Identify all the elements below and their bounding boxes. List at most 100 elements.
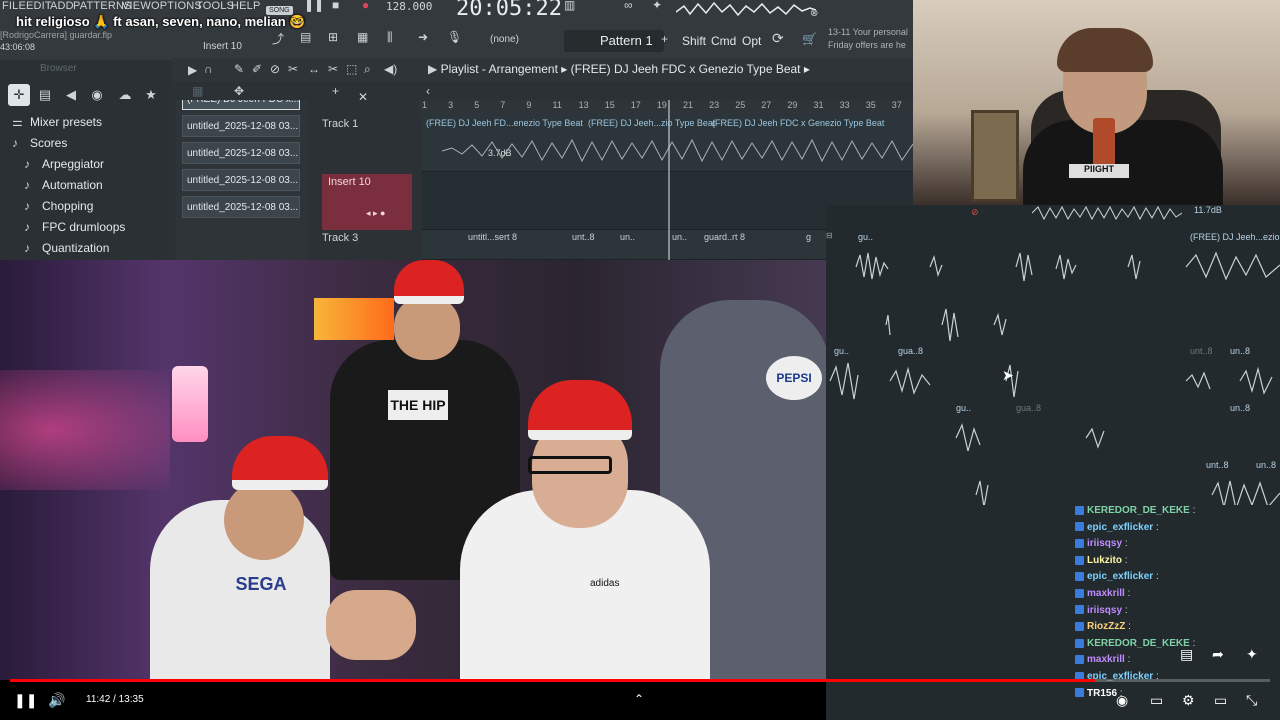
picker-item[interactable]: untitled_2025-12-08 03... xyxy=(182,169,300,191)
browser-item-label: Automation xyxy=(42,178,103,192)
track-3-header[interactable]: Track 3 xyxy=(322,232,418,244)
picker-item[interactable]: untitled_2025-12-08 03... xyxy=(182,142,300,164)
chat-username[interactable]: iriisqsy xyxy=(1087,538,1122,549)
pianoroll-icon[interactable]: ⊞ xyxy=(328,30,338,44)
browser-item[interactable]: ♪ Scores xyxy=(12,133,67,153)
star-icon[interactable]: ★ xyxy=(140,84,162,106)
cloud-icon[interactable]: ☁ xyxy=(114,84,136,106)
chat-username[interactable]: maxkrill xyxy=(1087,588,1125,599)
queue-icon[interactable]: ▤ xyxy=(1180,646,1193,663)
record-icon[interactable]: ● xyxy=(362,0,369,12)
browser-item[interactable]: ♪ Chopping xyxy=(24,196,93,216)
menu-tools[interactable]: TOOLS xyxy=(196,0,234,12)
playhead[interactable] xyxy=(668,100,670,260)
autoplay-icon[interactable]: ◉ xyxy=(1116,692,1128,709)
snap-icon[interactable]: ⤴ xyxy=(272,30,284,47)
piano-icon[interactable]: ▥ xyxy=(564,0,575,12)
close-track-icon[interactable]: ✕ xyxy=(358,90,368,104)
add-icon[interactable]: ✛ xyxy=(8,84,30,106)
pattern-selector[interactable]: Pattern 1 xyxy=(564,30,664,52)
back-icon[interactable]: ◀ xyxy=(60,84,82,106)
play-small-icon[interactable]: ▶ xyxy=(188,63,197,77)
picker-item[interactable]: untitled_2025-12-08 03... xyxy=(182,196,300,218)
play-icon[interactable]: ❚❚ xyxy=(304,0,324,12)
santa-hat xyxy=(528,380,632,440)
menu-help[interactable]: HELP xyxy=(231,0,261,12)
news-panel[interactable]: 13-11 Your personal Friday offers are he xyxy=(828,26,913,56)
mixer-icon[interactable]: ▦ xyxy=(357,30,368,44)
track-2-header[interactable]: Insert 10 ◂ ▸ ● xyxy=(322,174,412,230)
add-track-icon[interactable]: + xyxy=(332,84,339,98)
santa-hat xyxy=(394,260,464,304)
cast-icon[interactable]: ▭ xyxy=(1214,692,1227,709)
fullscreen-icon[interactable]: ⤡ xyxy=(1246,692,1257,709)
menu-bar: FILE EDIT ADD PATTERNS VIEW OPTIONS TOOL… xyxy=(0,0,913,60)
adidas-logo: adidas xyxy=(590,578,620,589)
magnet-icon[interactable]: ∩ xyxy=(204,62,213,76)
shift-key[interactable]: Shift xyxy=(682,34,706,48)
microphone-icon[interactable]: 🎙 xyxy=(447,30,462,44)
refresh-icon[interactable]: ⟳ xyxy=(772,30,784,47)
delete-icon[interactable]: ⊘ xyxy=(270,62,280,76)
volume-icon[interactable]: 🔊 xyxy=(48,692,65,709)
menu-edit[interactable]: EDIT xyxy=(26,0,52,12)
browser-item[interactable]: ♪ FPC drumloops xyxy=(24,217,125,237)
picker-item[interactable]: untitled_2025-12-08 03... xyxy=(182,115,300,137)
chat-message: epic_exflicker : xyxy=(1075,571,1159,587)
main-video[interactable]: THE HIP PEPSI SEGA adidas xyxy=(0,260,826,680)
browser-item[interactable]: ♪ Automation xyxy=(24,175,103,195)
timeline-ruler[interactable]: 1 3 5 7 9 11 13 15 17 19 21 23 25 27 29 31 33 35 37 xyxy=(418,100,913,114)
chat-username[interactable]: KEREDOR_DE_KEKE xyxy=(1087,638,1190,649)
brush-icon[interactable]: ✐ xyxy=(252,62,262,76)
subtitles-icon[interactable]: ▭ xyxy=(1150,692,1163,709)
pencil-icon[interactable]: ✎ xyxy=(234,62,244,76)
chat-username[interactable]: epic_exflicker xyxy=(1087,522,1153,533)
waveform-icon[interactable]: ✥ xyxy=(234,84,244,98)
clip-waveform xyxy=(1032,205,1182,221)
browser-item[interactable]: ♪ Arpeggiator xyxy=(24,154,104,174)
globe-icon[interactable]: ◉ xyxy=(86,84,108,106)
cmd-key[interactable]: Cmd xyxy=(711,34,736,48)
scroll-left-icon[interactable]: ‹ xyxy=(426,84,430,98)
arrow-right-icon[interactable]: ➜ xyxy=(418,30,428,44)
track-1-header[interactable]: Track 1 xyxy=(322,118,418,130)
menu-options[interactable]: OPTIONS xyxy=(151,0,202,12)
grid-icon[interactable]: ▦ xyxy=(192,84,203,98)
ruler-tick: 19 xyxy=(656,100,667,110)
menu-file[interactable]: FILE xyxy=(2,0,26,12)
speaker-icon[interactable]: ◀) xyxy=(384,62,397,76)
add-pattern-icon[interactable]: + xyxy=(661,32,668,46)
slice-icon[interactable]: ✂ xyxy=(328,62,338,76)
chevron-up-icon[interactable]: ⌃ xyxy=(634,692,644,706)
file-icon[interactable]: ▤ xyxy=(34,84,56,106)
cart-icon[interactable]: 🛒 xyxy=(802,32,817,46)
browser-item[interactable]: ⚌ Mixer presets xyxy=(12,112,102,132)
channel-rack-icon[interactable]: ⫼ xyxy=(387,30,393,45)
select-icon[interactable]: ⬚ xyxy=(346,62,357,76)
menu-add[interactable]: ADD xyxy=(50,0,74,12)
mute-icon[interactable]: ✂ xyxy=(288,62,298,76)
opt-key[interactable]: Opt xyxy=(742,34,761,48)
cpu-icon: ✦ xyxy=(652,0,663,12)
playlist-icon[interactable]: ▤ xyxy=(300,30,311,44)
zoom-icon[interactable]: ⌕ xyxy=(364,62,371,77)
pause-icon[interactable]: ❚❚ xyxy=(14,692,37,709)
chat-username[interactable]: KEREDOR_DE_KEKE xyxy=(1087,505,1190,516)
chat-username[interactable]: iriisqsy xyxy=(1087,605,1122,616)
link-icon[interactable]: ∞ xyxy=(624,0,633,12)
chat-username[interactable]: epic_exflicker xyxy=(1087,571,1153,582)
chat-overlay: KEREDOR_DE_KEKE : epic_exflicker : iriisqs… xyxy=(1072,505,1272,705)
slip-icon[interactable]: ↔ xyxy=(308,62,320,76)
chat-username[interactable]: Lukzito xyxy=(1087,555,1122,566)
stop-icon[interactable]: ■ xyxy=(332,0,339,12)
track-2-controls[interactable]: ◂ ▸ ● xyxy=(366,208,385,219)
chat-username[interactable]: RiozZzZ xyxy=(1087,621,1125,632)
lamp xyxy=(172,366,208,442)
browser-item[interactable]: ♪ Quantization xyxy=(24,238,109,258)
menu-view[interactable]: VIEW xyxy=(122,0,151,12)
none-selector[interactable]: (none) xyxy=(490,34,519,45)
sparkle-icon[interactable]: ✦ xyxy=(1246,646,1258,663)
settings-icon[interactable]: ⚙ xyxy=(1182,692,1195,709)
share-icon[interactable]: ➦ xyxy=(1212,646,1224,663)
chat-username[interactable]: maxkrill xyxy=(1087,654,1125,665)
